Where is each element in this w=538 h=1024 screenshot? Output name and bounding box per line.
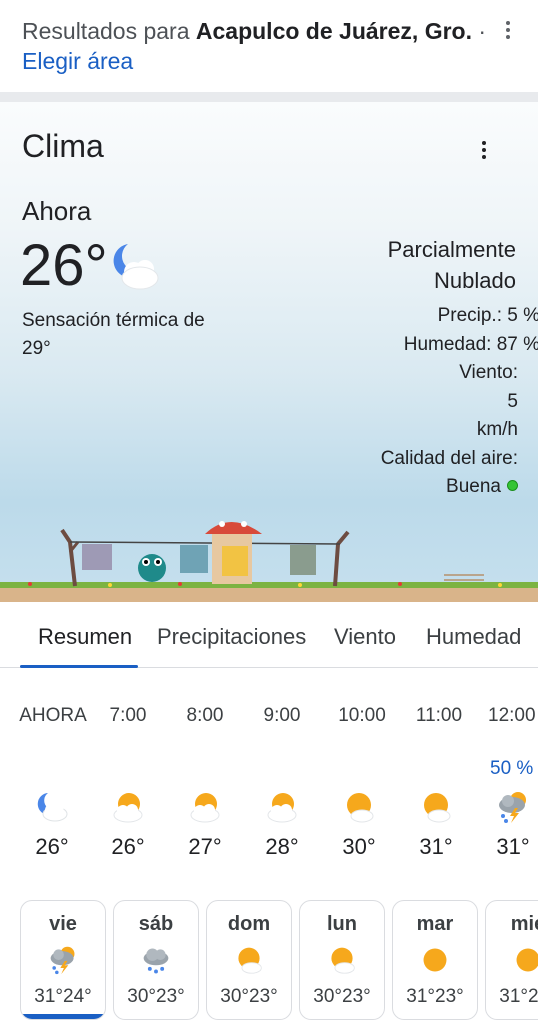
feels-like: Sensación térmica de 29° xyxy=(22,310,205,359)
hourly-times: AHORA 7:00 8:00 9:00 10:00 11:00 12:00 xyxy=(0,705,538,729)
hourly-temps: 26° 26° 27° 28° 30° 31° 31° xyxy=(0,834,538,862)
sun-cloud-icon xyxy=(190,793,220,823)
current-temperature: 26° xyxy=(20,233,108,298)
results-text: Resultados para Acapulco de Juárez, Gro.… xyxy=(22,16,492,76)
condition-line-2: Nublado xyxy=(434,268,516,293)
section-divider xyxy=(0,92,538,102)
day-temps: 30°23° xyxy=(127,986,185,1007)
tab-viento[interactable]: Viento xyxy=(334,624,396,650)
hourly-precip: 50 % xyxy=(0,758,538,782)
day-card-mie[interactable]: mié 31°23° xyxy=(485,900,538,1020)
results-prefix: Resultados para xyxy=(22,18,196,44)
storm-icon xyxy=(499,792,526,823)
daily-forecast: vie 31°24° sáb 30°23° dom 30°23° lun 30°… xyxy=(0,900,538,1024)
hour-temp: 30° xyxy=(342,834,376,859)
sun-cloud-icon xyxy=(238,947,262,974)
day-name: vie xyxy=(49,913,77,935)
day-temps: 31°24° xyxy=(34,986,92,1007)
weather-tabs: Resumen Precipitaciones Viento Humedad xyxy=(0,602,538,668)
day-card-lun[interactable]: lun 30°23° xyxy=(299,900,385,1020)
hour-label: 11:00 xyxy=(415,705,463,726)
condition-line-1: Parcialmente xyxy=(387,237,516,262)
sun-cloud-icon xyxy=(113,793,143,823)
tab-precipitaciones[interactable]: Precipitaciones xyxy=(157,624,306,650)
change-area-link[interactable]: Elegir área xyxy=(22,48,133,74)
hour-label: 8:00 xyxy=(186,705,224,726)
air-quality-value: Buena xyxy=(446,476,501,497)
selected-day-indicator xyxy=(21,1014,105,1019)
wind-label: Viento: xyxy=(459,362,518,383)
sun-cloud-icon xyxy=(331,947,355,974)
hour-temp: 26° xyxy=(35,834,69,859)
day-temps: 30°23° xyxy=(313,986,371,1007)
moon-cloud-icon xyxy=(113,244,159,290)
precip-stat: Precip.: 5 % xyxy=(437,305,538,326)
day-temps: 31°23° xyxy=(499,986,538,1007)
hour-temp: 26° xyxy=(111,834,145,859)
sun-cloud-icon xyxy=(424,793,451,823)
day-card-dom[interactable]: dom 30°23° xyxy=(206,900,292,1020)
day-temps: 31°23° xyxy=(406,986,464,1007)
rain-cloud-icon xyxy=(143,948,169,974)
humidity-stat: Humedad: 87 % xyxy=(403,333,538,355)
moon-cloud-icon xyxy=(37,793,68,822)
wind-unit: km/h xyxy=(476,419,518,440)
sun-cloud-icon xyxy=(267,793,297,823)
hour-temp: 31° xyxy=(496,834,530,859)
day-card-sab[interactable]: sáb 30°23° xyxy=(113,900,199,1020)
hour-label: 12:00 xyxy=(488,705,536,726)
weather-more-options-icon[interactable] xyxy=(472,138,496,162)
hour-label: 10:00 xyxy=(338,705,386,726)
tab-resumen[interactable]: Resumen xyxy=(38,624,132,650)
weather-stats: Precip.: 5 % Humedad: 87 % Viento: 5 km/… xyxy=(340,302,538,502)
precip-chance: 50 % xyxy=(490,758,534,779)
day-temps: 30°23° xyxy=(220,986,278,1007)
active-tab-indicator xyxy=(20,665,138,668)
location-name: Acapulco de Juárez, Gro. xyxy=(195,18,472,44)
hour-label: 9:00 xyxy=(263,705,301,726)
air-quality-dot xyxy=(507,480,518,491)
hour-temp: 27° xyxy=(188,834,222,859)
air-quality-label: Calidad del aire: xyxy=(380,447,518,469)
hour-label: AHORA xyxy=(19,705,87,726)
sun-icon xyxy=(516,948,538,972)
weather-title: Clima xyxy=(22,128,104,164)
hour-temp: 28° xyxy=(265,834,299,859)
weather-card: Clima Ahora 26° Sensación térmica de 29°… xyxy=(0,102,538,602)
now-label: Ahora xyxy=(22,196,92,226)
hour-label: 7:00 xyxy=(109,705,147,726)
wind-value: 5 xyxy=(507,390,518,412)
header-more-options-icon[interactable] xyxy=(496,18,520,42)
day-name: mié xyxy=(510,913,538,935)
day-name: mar xyxy=(416,913,454,935)
day-name: sáb xyxy=(138,913,174,935)
sun-cloud-icon xyxy=(347,793,374,823)
tab-humedad[interactable]: Humedad xyxy=(426,624,521,650)
search-results-header: Resultados para Acapulco de Juárez, Gro.… xyxy=(0,0,538,92)
hour-temp: 31° xyxy=(419,834,453,859)
storm-icon xyxy=(50,946,75,975)
separator: · xyxy=(471,18,487,44)
day-card-vie[interactable]: vie 31°24° xyxy=(20,900,106,1020)
weather-doodle-illustration xyxy=(0,521,538,602)
day-name: dom xyxy=(227,913,271,935)
sun-icon xyxy=(423,948,447,972)
day-card-mar[interactable]: mar 31°23° xyxy=(392,900,478,1020)
day-name: lun xyxy=(327,913,357,935)
condition: Parcialmente Nublado xyxy=(276,234,516,296)
hourly-icons xyxy=(0,790,538,826)
air-quality: Buena xyxy=(340,473,538,502)
